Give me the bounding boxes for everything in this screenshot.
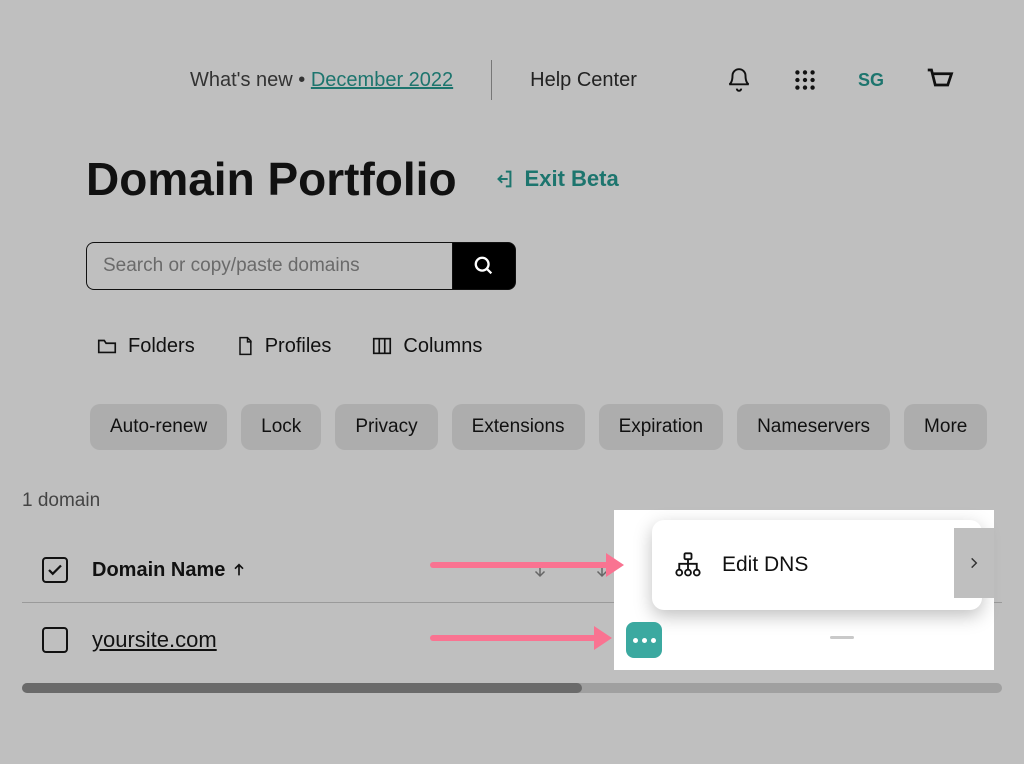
edit-dns-menu-item[interactable]: Edit DNS bbox=[652, 520, 982, 610]
dot-icon bbox=[633, 638, 638, 643]
filter-chip-extensions[interactable]: Extensions bbox=[452, 404, 585, 450]
filter-chip-expiration[interactable]: Expiration bbox=[599, 404, 724, 450]
row-checkbox[interactable] bbox=[42, 627, 68, 653]
filter-chip-privacy[interactable]: Privacy bbox=[335, 404, 437, 450]
columns-button[interactable]: Columns bbox=[371, 334, 482, 358]
profiles-button[interactable]: Profiles bbox=[235, 334, 332, 358]
cart-icon[interactable] bbox=[924, 65, 954, 95]
filter-chip-more[interactable]: More bbox=[904, 404, 987, 450]
exit-beta-label: Exit Beta bbox=[525, 166, 619, 192]
search-input[interactable] bbox=[86, 242, 452, 290]
bell-icon[interactable] bbox=[726, 67, 752, 93]
domain-name-link[interactable]: yoursite.com bbox=[92, 627, 217, 653]
filter-chip-auto-renew[interactable]: Auto-renew bbox=[90, 404, 227, 450]
filter-chip-row: Auto-renew Lock Privacy Extensions Expir… bbox=[0, 358, 1024, 450]
tool-row: Folders Profiles Columns bbox=[0, 290, 1024, 358]
title-row: Domain Portfolio Exit Beta bbox=[0, 100, 1024, 206]
filter-chip-lock[interactable]: Lock bbox=[241, 404, 321, 450]
help-center-link[interactable]: Help Center bbox=[530, 69, 637, 92]
columns-icon bbox=[371, 335, 393, 357]
more-actions-button[interactable] bbox=[626, 622, 662, 658]
result-count: 1 domain bbox=[0, 450, 1024, 512]
apps-grid-icon[interactable] bbox=[792, 67, 818, 93]
annotation-arrow-icon bbox=[430, 635, 598, 641]
profiles-label: Profiles bbox=[265, 335, 332, 358]
sitemap-icon bbox=[674, 551, 702, 579]
exit-beta-link[interactable]: Exit Beta bbox=[493, 166, 619, 192]
menu-chevron-area[interactable] bbox=[954, 528, 994, 598]
horizontal-scrollbar[interactable] bbox=[22, 683, 1002, 693]
whats-new-text: What's new • December 2022 bbox=[190, 69, 453, 92]
top-bar-right: SG bbox=[726, 65, 964, 95]
annotation-arrow-icon bbox=[430, 562, 610, 568]
dot-icon bbox=[642, 638, 647, 643]
dot-icon bbox=[651, 638, 656, 643]
folders-button[interactable]: Folders bbox=[96, 334, 195, 358]
columns-label: Columns bbox=[403, 335, 482, 358]
folders-label: Folders bbox=[128, 335, 195, 358]
search-icon bbox=[473, 255, 495, 277]
search-wrap bbox=[86, 242, 516, 290]
divider bbox=[491, 60, 492, 100]
whats-new-prefix: What's new • bbox=[190, 69, 311, 91]
scrollbar-thumb[interactable] bbox=[22, 683, 582, 693]
edit-dns-label: Edit DNS bbox=[722, 553, 960, 577]
user-avatar-initials[interactable]: SG bbox=[858, 70, 884, 91]
chevron-right-icon bbox=[967, 552, 981, 574]
empty-cell-dash bbox=[830, 636, 854, 639]
select-all-checkbox[interactable] bbox=[42, 557, 68, 583]
search-button[interactable] bbox=[452, 242, 516, 290]
folder-icon bbox=[96, 335, 118, 357]
top-bar: What's new • December 2022 Help Center S… bbox=[0, 0, 1024, 100]
check-icon bbox=[46, 561, 64, 579]
column-header-domain-label: Domain Name bbox=[92, 559, 225, 582]
filter-chip-nameservers[interactable]: Nameservers bbox=[737, 404, 890, 450]
column-header-domain[interactable]: Domain Name bbox=[92, 559, 247, 582]
file-icon bbox=[235, 334, 255, 358]
page-title: Domain Portfolio bbox=[86, 152, 457, 206]
whats-new-link[interactable]: December 2022 bbox=[311, 69, 453, 91]
exit-icon bbox=[493, 168, 515, 190]
arrow-up-icon bbox=[231, 562, 247, 578]
